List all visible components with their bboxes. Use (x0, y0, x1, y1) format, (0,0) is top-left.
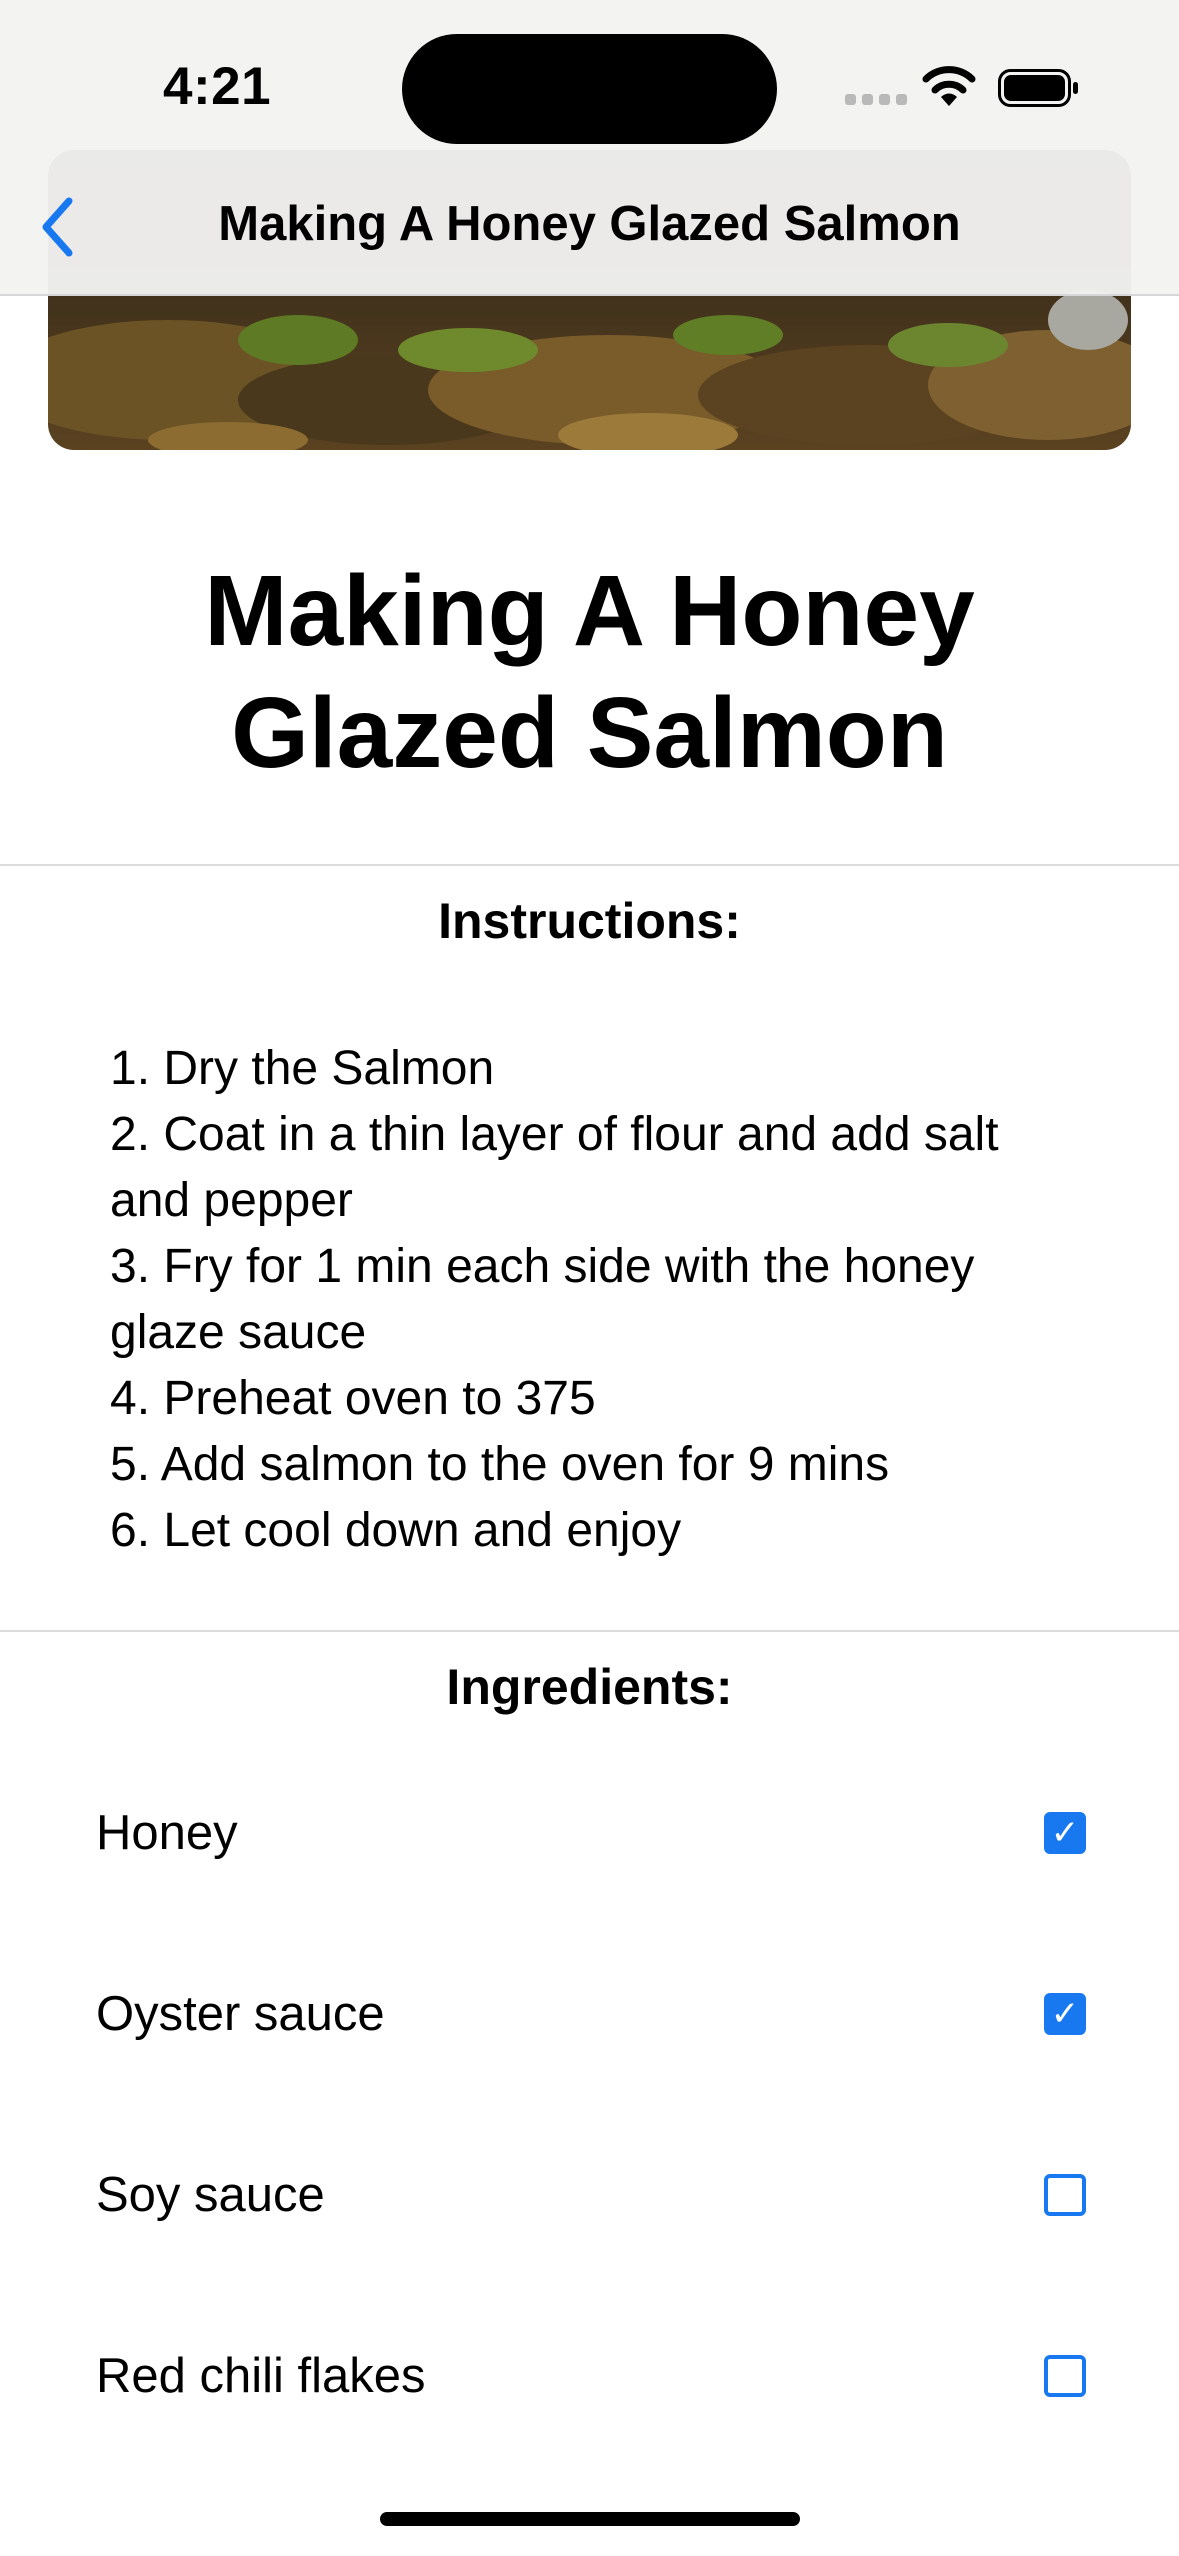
nav-title: Making A Honey Glazed Salmon (218, 197, 961, 251)
status-time: 4:21 (163, 57, 272, 116)
ingredient-label: Red chili flakes (96, 2349, 426, 2403)
ingredients-heading: Ingredients: (446, 1659, 733, 1715)
ingredient-row-honey: Honey ✓ (96, 1783, 1086, 1883)
instruction-step: 6. Let cool down and enjoy (110, 1504, 682, 1557)
instruction-step: 4. Preheat oven to 375 (110, 1372, 596, 1425)
instruction-step: 3. Fry for 1 min each side with the hone… (110, 1240, 975, 1359)
navigation-bar: 4:21 Making A Honey Glazed Salmon (0, 0, 1179, 296)
instruction-step: 2. Coat in a thin layer of flour and add… (110, 1108, 999, 1227)
cellular-signal-icon (845, 94, 907, 105)
ingredient-label: Soy sauce (96, 2168, 325, 2222)
instruction-step: 1. Dry the Salmon (110, 1042, 495, 1095)
battery-icon (998, 69, 1078, 107)
page-title-line-2: Glazed Salmon (231, 677, 948, 789)
dynamic-island (402, 34, 777, 144)
ingredient-label: Oyster sauce (96, 1987, 385, 2041)
page-title: Making A Honey Glazed Salmon (0, 550, 1179, 794)
ingredient-checkbox[interactable]: ✓ (1044, 1812, 1086, 1854)
ingredient-checkbox[interactable] (1044, 2174, 1086, 2216)
ingredient-row-red-chili-flakes: Red chili flakes (96, 2326, 1086, 2426)
ingredient-checkbox[interactable]: ✓ (1044, 1993, 1086, 2035)
instruction-step: 5. Add salmon to the oven for 9 mins (110, 1438, 890, 1491)
ingredient-row-soy-sauce: Soy sauce (96, 2145, 1086, 2245)
page-title-line-1: Making A Honey (204, 555, 975, 667)
section-divider (0, 1630, 1179, 1632)
ingredient-label: Honey (96, 1806, 238, 1860)
section-divider (0, 864, 1179, 866)
instructions-heading: Instructions: (438, 893, 741, 949)
instructions-list: 1. Dry the Salmon 2. Coat in a thin laye… (110, 1036, 1090, 1564)
ingredient-checkbox[interactable] (1044, 2355, 1086, 2397)
home-indicator (380, 2512, 800, 2526)
wifi-icon (922, 66, 976, 106)
ingredient-row-oyster-sauce: Oyster sauce ✓ (96, 1964, 1086, 2064)
